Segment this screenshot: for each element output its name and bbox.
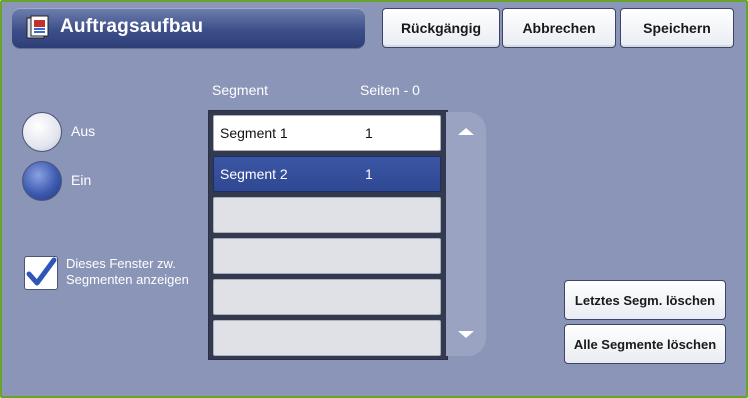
- radio-off-label: Aus: [71, 123, 96, 139]
- segment-pages: 1: [365, 125, 373, 141]
- checkbox-label-line1: Dieses Fenster zw.: [66, 256, 176, 271]
- job-build-screen: Auftragsaufbau Rückgängig Abbrechen Spei…: [0, 0, 748, 398]
- list-scrollbar[interactable]: [446, 112, 486, 356]
- scroll-up-icon[interactable]: [458, 128, 474, 135]
- segment-row-2[interactable]: Segment 2 1: [213, 156, 441, 192]
- save-button[interactable]: Speichern: [620, 8, 734, 48]
- segment-name: Segment 2: [220, 166, 288, 182]
- delete-last-segment-button[interactable]: Letztes Segm. löschen: [564, 280, 726, 320]
- window-title: Auftragsaufbau: [60, 16, 204, 37]
- undo-button[interactable]: Rückgängig: [382, 8, 500, 48]
- segment-pages: 1: [365, 166, 373, 182]
- checkmark-icon: [26, 257, 57, 286]
- radio-off[interactable]: [22, 112, 62, 152]
- delete-all-segments-button[interactable]: Alle Segmente löschen: [564, 324, 726, 364]
- cancel-button[interactable]: Abbrechen: [502, 8, 616, 48]
- radio-on-label: Ein: [71, 172, 92, 188]
- empty-row[interactable]: [213, 238, 441, 274]
- job-build-icon: [26, 15, 49, 39]
- segment-name: Segment 1: [220, 125, 288, 141]
- pages-column-header: Seiten - 0: [360, 82, 420, 98]
- segment-column-header: Segment: [212, 82, 269, 98]
- show-window-checkbox[interactable]: [24, 256, 58, 290]
- title-bar: Auftragsaufbau: [12, 8, 365, 48]
- empty-row[interactable]: [213, 320, 441, 356]
- empty-row[interactable]: [213, 279, 441, 315]
- checkbox-label-line2: Segmenten anzeigen: [66, 272, 189, 287]
- segment-list: Segment 1 1 Segment 2 1: [208, 110, 448, 360]
- scroll-down-icon[interactable]: [458, 331, 474, 338]
- empty-row[interactable]: [213, 197, 441, 233]
- segment-row-1[interactable]: Segment 1 1: [213, 115, 441, 151]
- radio-on[interactable]: [22, 161, 62, 201]
